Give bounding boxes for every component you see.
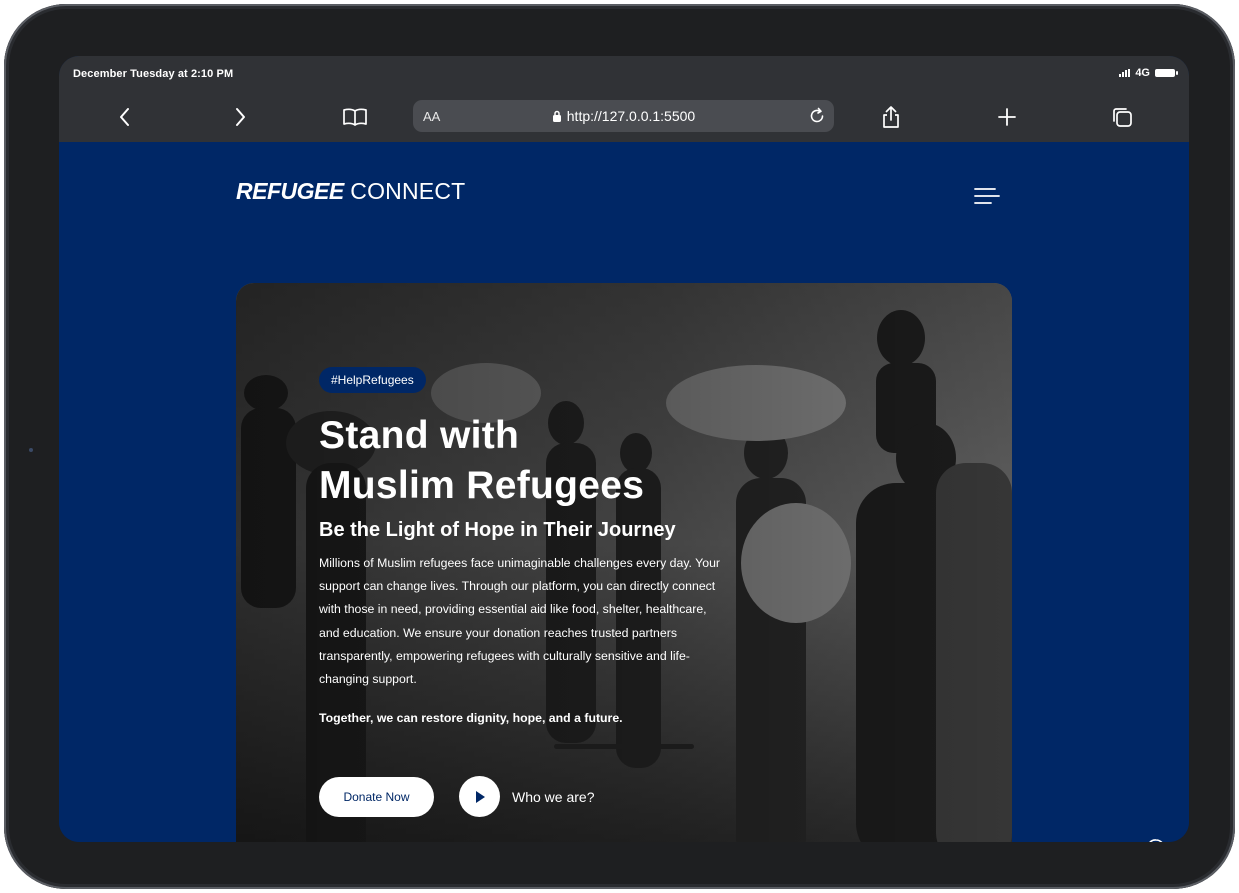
donate-now-button[interactable]: Donate Now (319, 776, 434, 817)
home-indicator (554, 744, 694, 749)
url-text: http://127.0.0.1:5500 (566, 108, 696, 124)
web-page: REFUGEE CONNECT #HelpRefugees Stand with… (59, 142, 1189, 842)
browser-toolbar: AA http://127.0.0.1:5500 (59, 92, 1189, 142)
book-icon[interactable] (342, 104, 368, 130)
who-we-are-link[interactable]: Who we are? (512, 789, 594, 805)
whatsapp-icon[interactable] (1146, 838, 1166, 842)
logo-bold-text: REFUGEE (236, 178, 344, 204)
url-display[interactable]: http://127.0.0.1:5500 (413, 108, 834, 124)
signal-bars-icon (1119, 69, 1131, 77)
hero-subheadline: Be the Light of Hope in Their Journey (319, 519, 676, 541)
address-bar[interactable]: AA http://127.0.0.1:5500 (413, 100, 834, 132)
tabs-icon[interactable] (1109, 104, 1135, 130)
reload-icon[interactable] (806, 105, 828, 127)
chevron-right-icon[interactable] (227, 104, 253, 130)
hero-actions: Donate Now Who we are? (319, 776, 594, 817)
status-indicators: 4G (1119, 67, 1178, 79)
hero-description: Millions of Muslim refugees face unimagi… (319, 556, 721, 687)
status-time: December Tuesday at 2:10 PM (73, 68, 234, 80)
logo-light-text: CONNECT (350, 178, 466, 204)
site-logo[interactable]: REFUGEE CONNECT (236, 178, 465, 205)
status-bar: December Tuesday at 2:10 PM 4G (59, 56, 1189, 92)
hero-card: #HelpRefugees Stand with Muslim Refugees… (236, 283, 1012, 842)
headline-line-2: Muslim Refugees (319, 464, 645, 507)
chevron-left-icon[interactable] (112, 104, 138, 130)
tablet-screen: December Tuesday at 2:10 PM 4G AA http:/… (59, 56, 1189, 842)
camera-dot (29, 448, 33, 452)
plus-icon[interactable] (994, 104, 1020, 130)
headline-line-1: Stand with (319, 414, 520, 457)
hashtag-badge[interactable]: #HelpRefugees (319, 367, 426, 393)
hero-headline: Stand with Muslim Refugees (319, 411, 739, 511)
share-icon[interactable] (878, 104, 904, 130)
tablet-frame: December Tuesday at 2:10 PM 4G AA http:/… (4, 4, 1235, 889)
hero-closing-statement: Together, we can restore dignity, hope, … (319, 711, 623, 726)
hero-content: #HelpRefugees Stand with Muslim Refugees… (319, 367, 739, 725)
battery-icon (1155, 69, 1178, 77)
lock-icon (552, 110, 561, 122)
network-label: 4G (1135, 67, 1150, 79)
play-icon[interactable] (459, 776, 500, 817)
hamburger-menu-icon[interactable] (973, 184, 1001, 208)
